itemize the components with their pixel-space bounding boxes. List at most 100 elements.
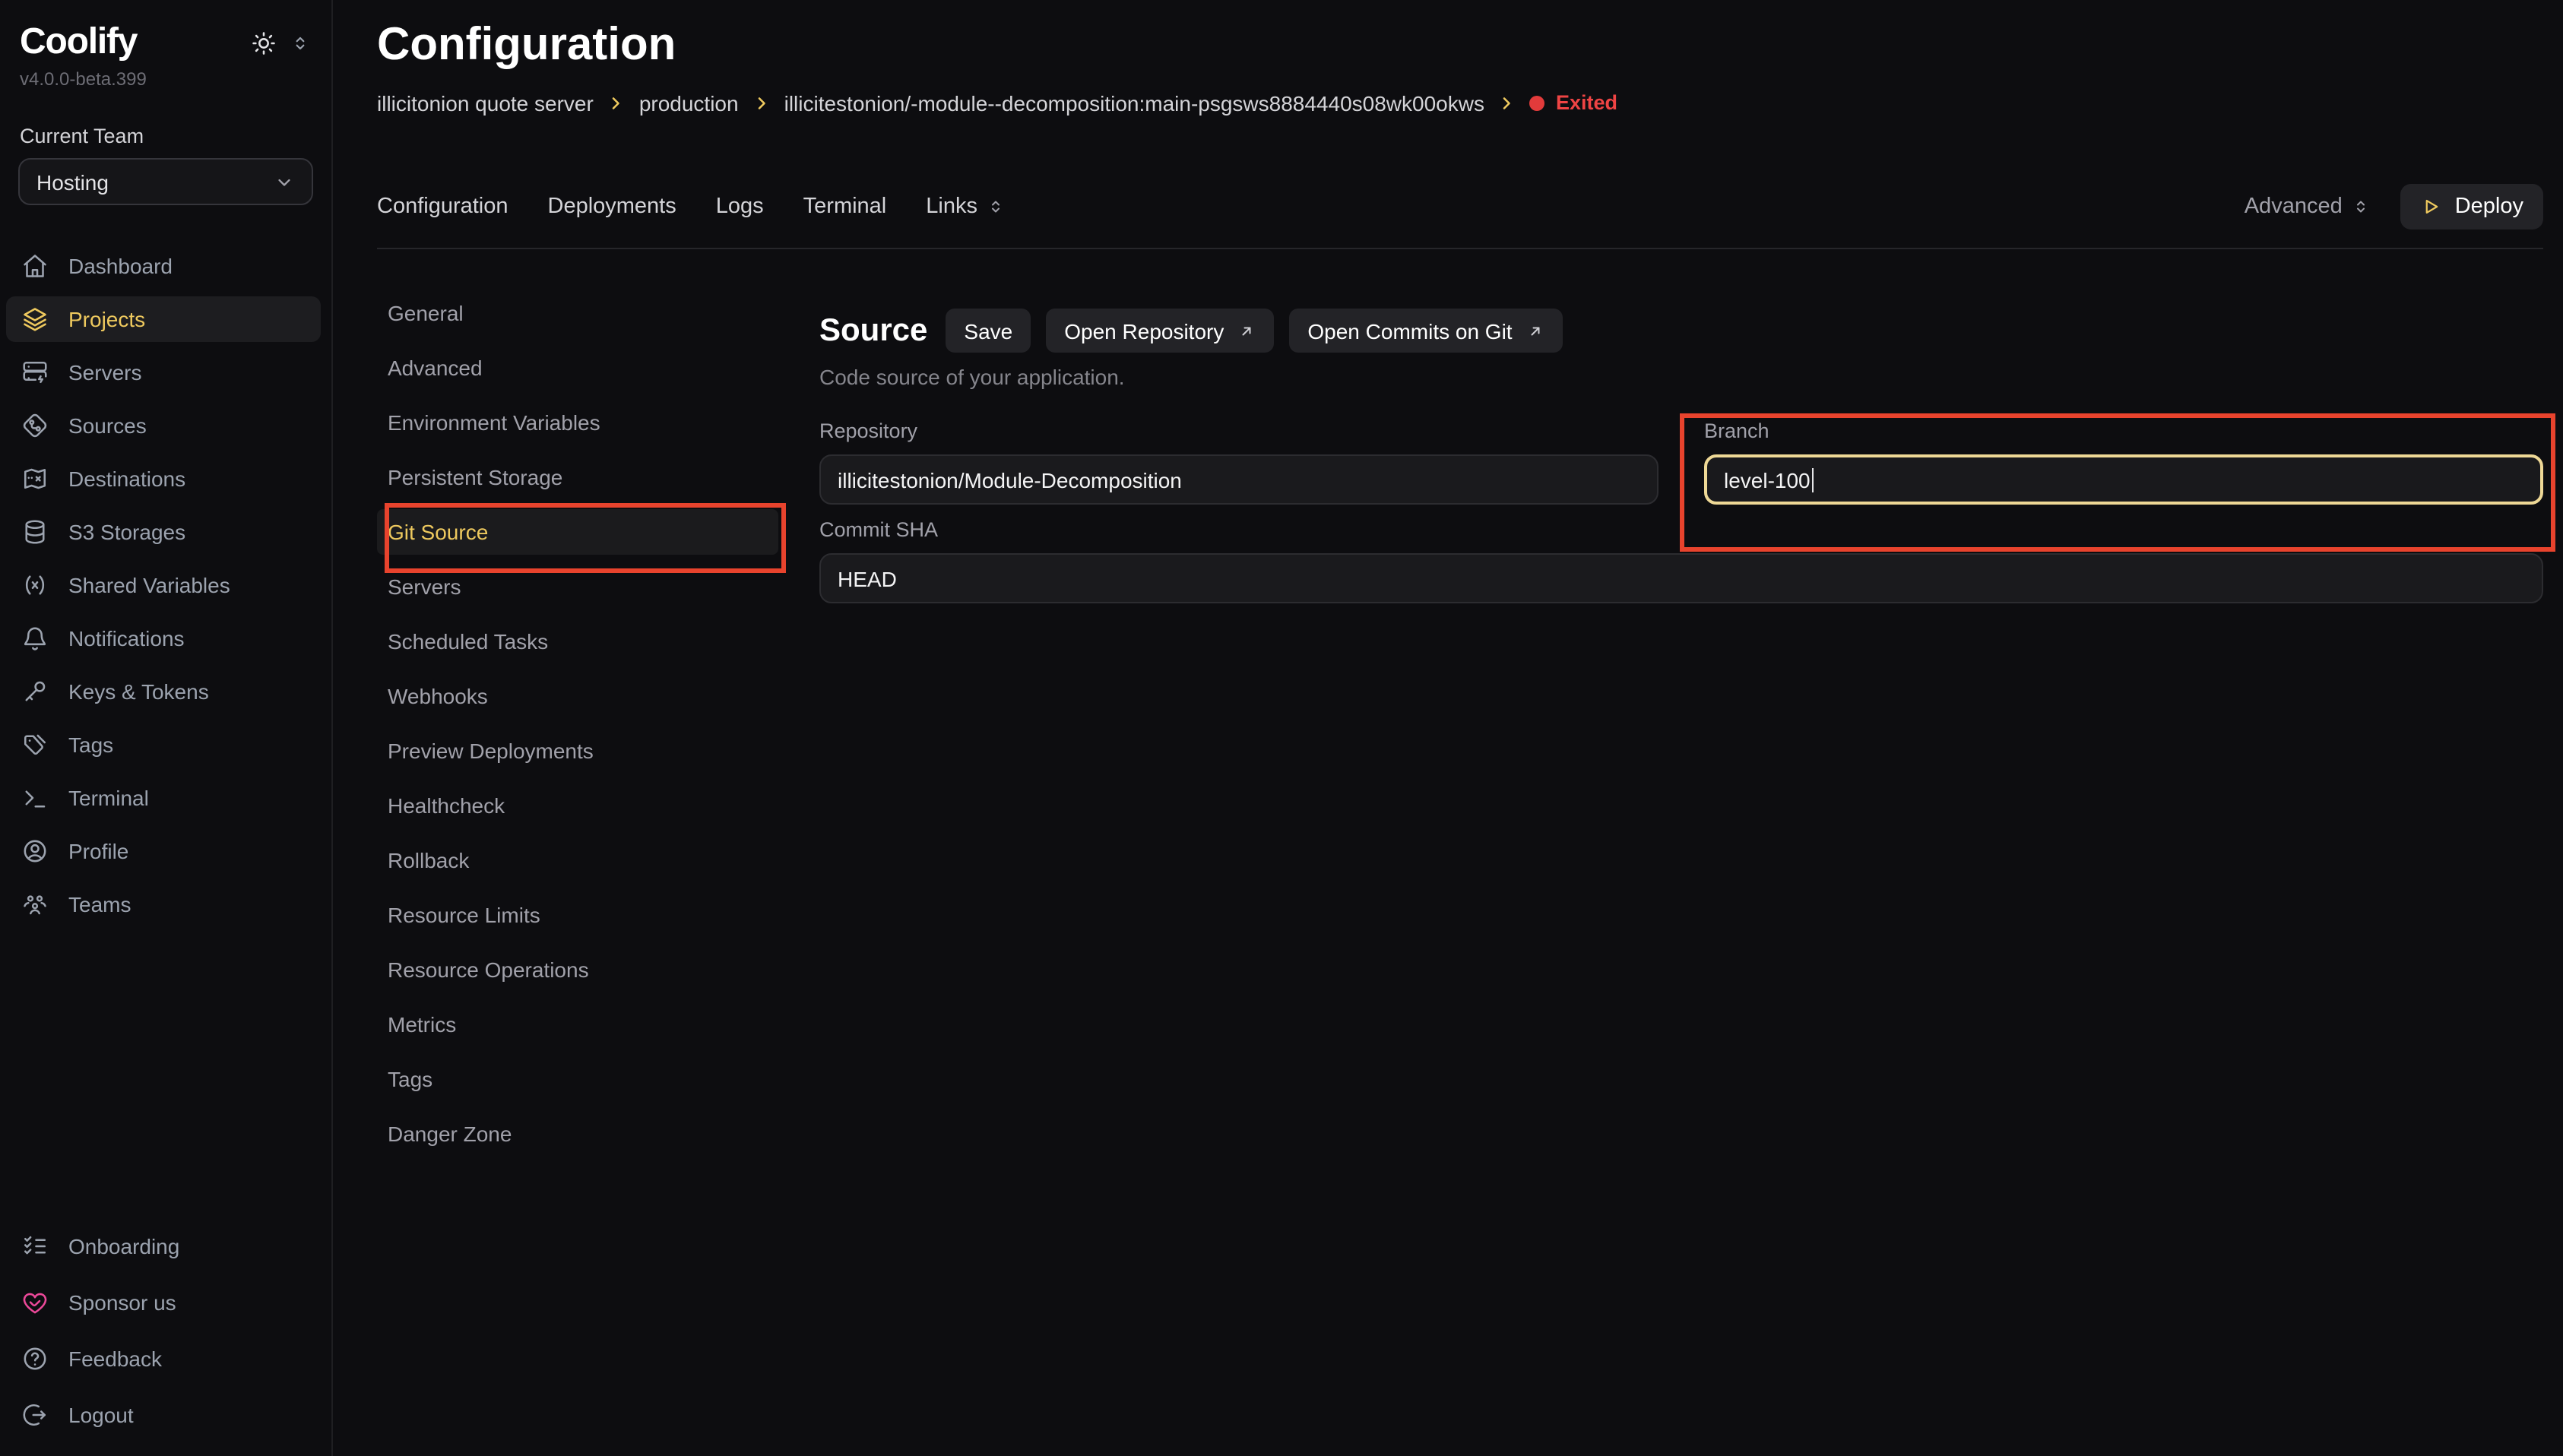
sidebar-item-label: Sources [68,413,147,438]
repo-branch-row: Repository illicitestonion/Module-Decomp… [819,416,2543,505]
open-repository-button[interactable]: Open Repository [1046,309,1274,353]
team-select[interactable]: Hosting [18,158,313,205]
page-title: Configuration [377,20,2543,71]
sidebar-item-projects[interactable]: Projects [6,296,321,342]
subnav-item-scheduled-tasks[interactable]: Scheduled Tasks [377,619,778,664]
app-logo: Coolify [20,21,137,64]
deploy-button[interactable]: Deploy [2400,184,2543,229]
sidebar-item-onboarding[interactable]: Onboarding [6,1223,321,1269]
main-area: Configuration illicitonion quote server … [333,0,2563,1456]
subnav-item-webhooks[interactable]: Webhooks [377,673,778,719]
subnav-item-persistent-storage[interactable]: Persistent Storage [377,454,778,500]
tabs-row: Configuration Deployments Logs Terminal … [377,184,2543,249]
breadcrumb-application[interactable]: illicitestonion/-module--decomposition:m… [784,88,1484,119]
sidebar-item-sources[interactable]: Sources [6,403,321,448]
branch-input[interactable]: level-100 [1704,454,2543,505]
subnav-item-metrics[interactable]: Metrics [377,1002,778,1047]
sidebar-item-label: Dashboard [68,254,173,278]
home-icon [21,252,49,280]
brand-row: Coolify [0,0,331,64]
tag-icon [21,731,49,758]
app-version: v4.0.0-beta.399 [0,64,331,90]
commit-sha-field-group: Commit SHA HEAD [819,515,2543,603]
commit-sha-input[interactable]: HEAD [819,553,2543,603]
sidebar-item-label: S3 Storages [68,520,185,544]
sidebar-item-sponsor-us[interactable]: Sponsor us [6,1280,321,1325]
sidebar-item-label: Notifications [68,626,185,650]
subnav-item-advanced[interactable]: Advanced [377,345,778,391]
repository-input[interactable]: illicitestonion/Module-Decomposition [819,454,1659,505]
braces-x-icon [21,571,49,599]
save-button[interactable]: Save [946,309,1031,353]
sidebar-item-notifications[interactable]: Notifications [6,616,321,661]
subnav-item-environment-variables[interactable]: Environment Variables [377,400,778,445]
breadcrumb-project[interactable]: illicitonion quote server [377,88,594,119]
terminal-icon [21,784,49,812]
tab-configuration[interactable]: Configuration [377,195,508,219]
deploy-label: Deploy [2455,195,2523,219]
advanced-toggle[interactable]: Advanced [2245,195,2370,219]
sidebar-item-tags[interactable]: Tags [6,722,321,768]
sidebar-item-label: Servers [68,360,141,385]
config-subnav: General Advanced Environment Variables P… [377,290,778,1456]
sidebar-item-dashboard[interactable]: Dashboard [6,243,321,289]
subnav-item-resource-operations[interactable]: Resource Operations [377,947,778,992]
sidebar-item-destinations[interactable]: Destinations [6,456,321,502]
status-badge: Exited [1530,88,1617,119]
advanced-label: Advanced [2245,195,2343,219]
tab-deployments[interactable]: Deployments [548,195,676,219]
configuration-content: General Advanced Environment Variables P… [377,290,2543,1456]
subnav-item-preview-deployments[interactable]: Preview Deployments [377,728,778,774]
sidebar-item-feedback[interactable]: Feedback [6,1336,321,1382]
tab-links[interactable]: Links [926,195,1005,219]
theme-toggle-sun-icon[interactable] [251,30,277,55]
commit-sha-label: Commit SHA [819,515,2543,544]
repository-field-group: Repository illicitestonion/Module-Decomp… [819,416,1659,505]
map-icon [21,465,49,492]
sidebar-item-shared-variables[interactable]: Shared Variables [6,562,321,608]
subnav-item-resource-limits[interactable]: Resource Limits [377,892,778,938]
sidebar-item-label: Profile [68,839,128,863]
repository-value: illicitestonion/Module-Decomposition [838,467,1182,492]
team-select-value: Hosting [36,169,109,194]
breadcrumb-environment[interactable]: production [639,88,739,119]
external-link-icon [1526,321,1544,340]
tabs-actions: Advanced Deploy [2245,184,2543,229]
source-header: Source Save Open Repository Open Commits… [819,309,2543,353]
git-source-annotation-box: Git Source [377,509,778,555]
subnav-item-rollback[interactable]: Rollback [377,837,778,883]
subnav-item-danger-zone[interactable]: Danger Zone [377,1111,778,1157]
sidebar-item-profile[interactable]: Profile [6,828,321,874]
sidebar-footer: Onboarding Sponsor us Feedback Logout [0,1223,331,1456]
coolify-app: Coolify v4.0.0-beta.399 Current Team Hos… [0,0,2563,1456]
sidebar: Coolify v4.0.0-beta.399 Current Team Hos… [0,0,333,1456]
chevron-down-icon [274,171,295,192]
tab-terminal[interactable]: Terminal [803,195,887,219]
sidebar-item-terminal[interactable]: Terminal [6,775,321,821]
open-repository-label: Open Repository [1064,318,1224,343]
tab-logs[interactable]: Logs [716,195,764,219]
sidebar-item-label: Projects [68,307,145,331]
bell-icon [21,625,49,652]
layers-icon [21,305,49,333]
sidebar-item-keys-tokens[interactable]: Keys & Tokens [6,669,321,714]
selector-chevrons-icon[interactable] [290,33,310,52]
sidebar-item-servers[interactable]: Servers [6,350,321,395]
sidebar-item-label: Teams [68,892,131,916]
sidebar-item-label: Keys & Tokens [68,679,209,704]
subnav-item-tags[interactable]: Tags [377,1056,778,1102]
open-commits-button[interactable]: Open Commits on Git [1289,309,1562,353]
subnav-item-git-source[interactable]: Git Source [377,509,778,555]
status-text: Exited [1556,88,1617,119]
subnav-item-general[interactable]: General [377,290,778,336]
sidebar-item-teams[interactable]: Teams [6,882,321,927]
help-circle-icon [21,1345,49,1372]
chevron-right-icon [607,94,626,112]
branch-label: Branch [1704,416,2543,445]
subnav-item-healthcheck[interactable]: Healthcheck [377,783,778,828]
current-team-label: Current Team [0,90,331,147]
subnav-item-servers[interactable]: Servers [377,564,778,609]
text-cursor [1812,467,1814,492]
sidebar-item-logout[interactable]: Logout [6,1392,321,1438]
sidebar-item-s3-storages[interactable]: S3 Storages [6,509,321,555]
